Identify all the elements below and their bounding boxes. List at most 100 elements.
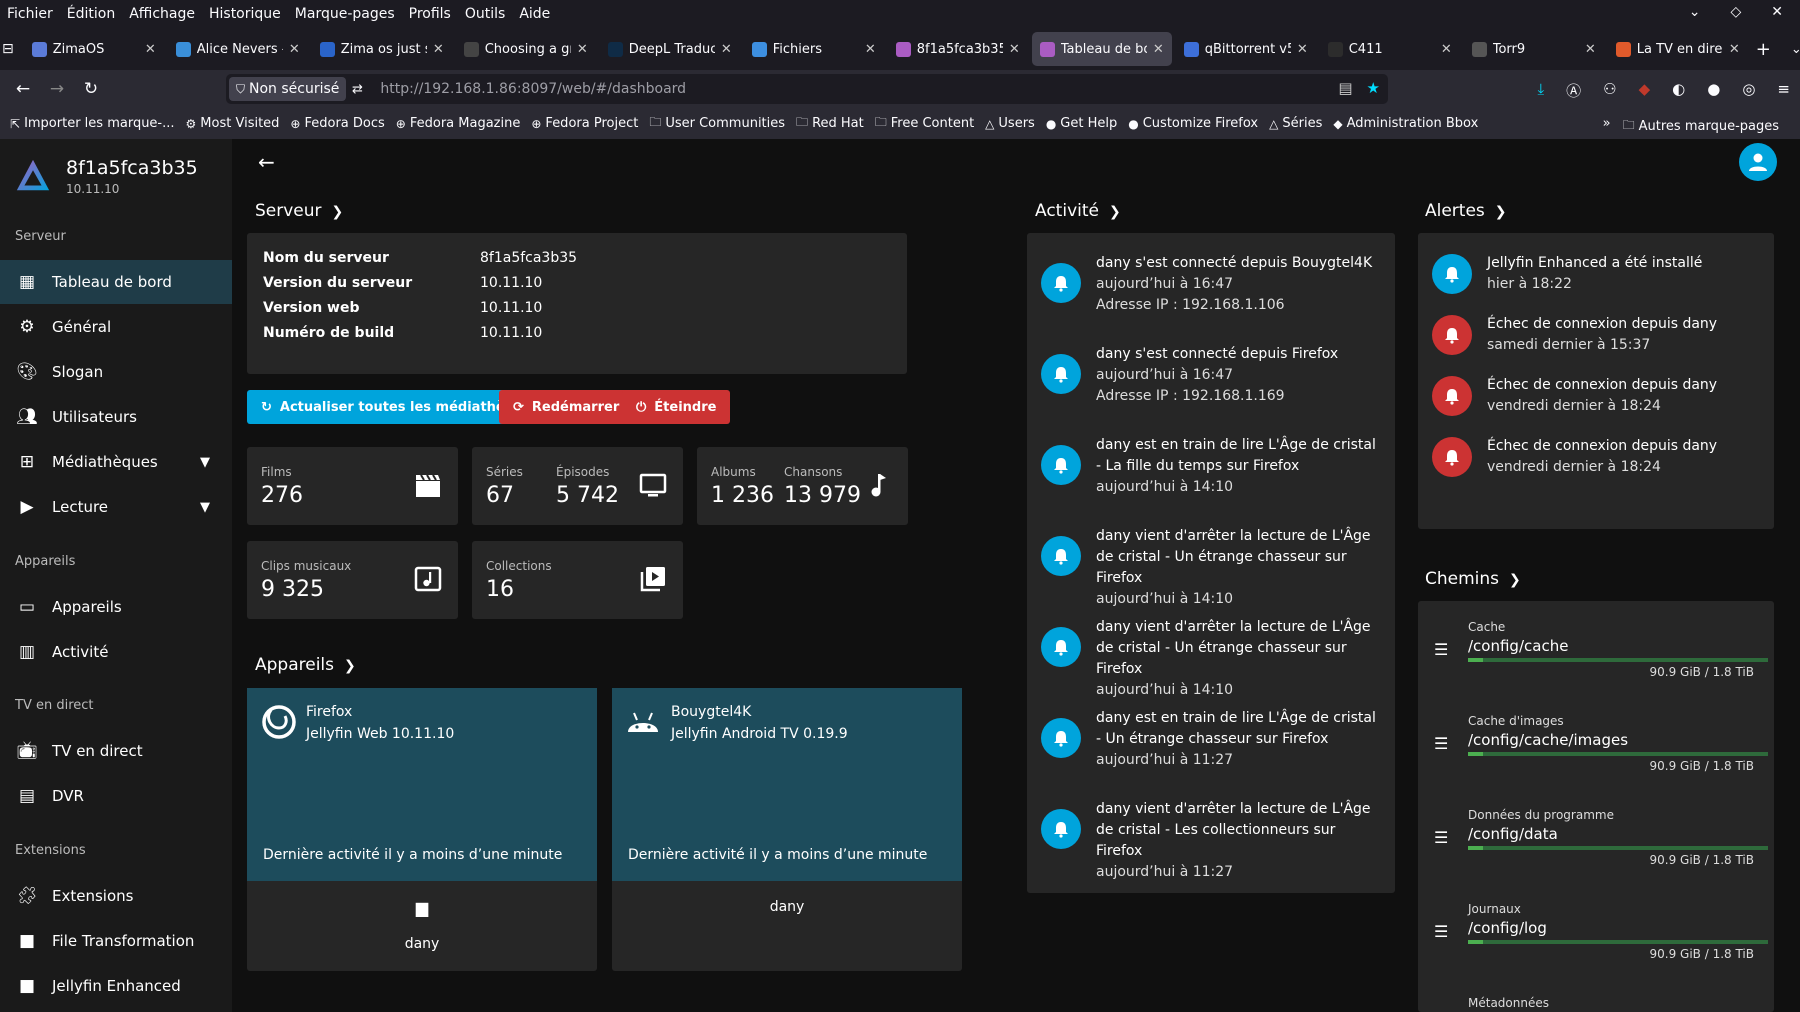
extensions-icon[interactable]: ⚇ xyxy=(1603,80,1616,101)
addon2-icon[interactable]: ● xyxy=(1707,80,1720,101)
device-card-firefox[interactable]: Firefox Jellyfin Web 10.11.10 Dernière a… xyxy=(247,688,597,971)
bookmark-item[interactable]: ⊕ Fedora Project xyxy=(531,113,638,134)
stat-collections-card[interactable]: Collections 16 xyxy=(472,541,683,619)
close-tab-icon[interactable]: ✕ xyxy=(1009,42,1020,57)
tab-list-icon[interactable]: ⌄ xyxy=(1791,42,1800,57)
browser-tab[interactable]: Alice Nevers - ✕ xyxy=(168,32,308,66)
paths-heading[interactable]: Chemins ❯ xyxy=(1425,569,1521,589)
menu-history[interactable]: Historique xyxy=(202,6,288,22)
bookmark-item[interactable]: 🗀 Red Hat xyxy=(796,113,864,134)
close-tab-icon[interactable]: ✕ xyxy=(577,42,588,57)
sidebar-item-jellyfin-enhanced[interactable]: ■ Jellyfin Enhanced xyxy=(0,964,232,1008)
sidebar-item-playback[interactable]: ▶ Lecture ▼ xyxy=(0,485,232,529)
url-text[interactable]: http://192.168.1.86:8097/web/#/dashboard xyxy=(380,81,686,97)
shutdown-button[interactable]: ⏻ Éteindre xyxy=(622,390,731,424)
browser-tab[interactable]: ZimaOS ✕ xyxy=(24,32,164,66)
addon3-icon[interactable]: ◎ xyxy=(1742,80,1755,101)
account-icon[interactable]: Ⓐ xyxy=(1566,80,1581,101)
bookmark-item[interactable]: ⊕ Fedora Magazine xyxy=(396,113,521,134)
menu-view[interactable]: Affichage xyxy=(122,6,202,22)
close-tab-icon[interactable]: ✕ xyxy=(1153,42,1164,57)
url-bar[interactable]: ⛉ Non sécurisé ⇄ http://192.168.1.86:809… xyxy=(226,74,1388,104)
close-tab-icon[interactable]: ✕ xyxy=(433,42,444,57)
browser-tab[interactable]: Choosing a gr ✕ xyxy=(456,32,596,66)
close-window-icon[interactable]: ✕ xyxy=(1764,4,1790,20)
sidebar-item-libraries[interactable]: ⊞ Médiathèques ▼ xyxy=(0,440,232,484)
bookmark-item[interactable]: ⚙ Most Visited xyxy=(186,113,280,134)
security-indicator[interactable]: ⛉ Non sécurisé xyxy=(229,77,347,101)
new-tab-icon[interactable]: + xyxy=(1756,39,1771,60)
server-heading[interactable]: Serveur ❯ xyxy=(255,201,343,221)
ublock-icon[interactable]: ◆ xyxy=(1639,80,1651,101)
menu-bookmarks[interactable]: Marque-pages xyxy=(288,6,402,22)
sidebar-item-file-transformation[interactable]: ■ File Transformation xyxy=(0,919,232,963)
bookmark-item[interactable]: 🗀 User Communities xyxy=(649,113,785,134)
stat-music-videos-card[interactable]: Clips musicaux 9 325 xyxy=(247,541,458,619)
bookmark-star-icon[interactable]: ★ xyxy=(1367,79,1380,97)
bookmark-item[interactable]: 🗀 Free Content xyxy=(875,113,974,134)
browser-tab[interactable]: C411 ✕ xyxy=(1320,32,1460,66)
reader-view-icon[interactable]: ▤ xyxy=(1338,79,1352,97)
forward-icon[interactable]: → xyxy=(40,79,74,99)
stat-music-card[interactable]: Albums 1 236 Chansons 13 979 xyxy=(697,447,908,525)
close-tab-icon[interactable]: ✕ xyxy=(1729,42,1740,57)
restore-icon[interactable]: ◇ xyxy=(1723,4,1748,20)
more-bookmarks-icon[interactable]: » xyxy=(1603,116,1611,137)
sidebar-item-livetv[interactable]: 📺︎ TV en direct xyxy=(0,729,232,773)
sidebar-item-devices[interactable]: ▭ Appareils xyxy=(0,585,232,629)
alerts-heading[interactable]: Alertes ❯ xyxy=(1425,201,1507,221)
menu-help[interactable]: Aide xyxy=(512,6,557,22)
sidebar-item-users[interactable]: 👥︎ Utilisateurs xyxy=(0,395,232,439)
browser-tab[interactable]: La TV en direc ✕ xyxy=(1608,32,1748,66)
browser-tab[interactable]: qBittorrent v5 ✕ xyxy=(1176,32,1316,66)
browser-tab[interactable]: 8f1a5fca3b35 ✕ xyxy=(888,32,1028,66)
browser-tab[interactable]: Torr9 ✕ xyxy=(1464,32,1604,66)
close-tab-icon[interactable]: ✕ xyxy=(865,42,876,57)
menu-profiles[interactable]: Profils xyxy=(402,6,458,22)
tab-overview-icon[interactable]: ⊟ xyxy=(2,41,14,57)
sidebar-item-activity[interactable]: ▥ Activité xyxy=(0,630,232,674)
stat-movies-card[interactable]: Films 276 xyxy=(247,447,458,525)
sidebar-item-plugins[interactable]: 🧩︎ Extensions xyxy=(0,874,232,918)
device-card-bouygtel4k[interactable]: Bouygtel4K Jellyfin Android TV 0.19.9 De… xyxy=(612,688,962,971)
bookmark-item[interactable]: △ Séries xyxy=(1269,113,1322,134)
addon-icon[interactable]: ◐ xyxy=(1672,80,1685,101)
bookmark-item[interactable]: △ Users xyxy=(985,113,1035,134)
devices-heading[interactable]: Appareils ❯ xyxy=(255,655,356,675)
sidebar-item-branding[interactable]: 🎨︎ Slogan xyxy=(0,350,232,394)
back-icon[interactable]: ← xyxy=(6,79,40,99)
stat-series-card[interactable]: Séries 67 Épisodes 5 742 xyxy=(472,447,683,525)
browser-tab[interactable]: Tableau de bo ✕ xyxy=(1031,32,1172,66)
bookmark-item[interactable]: ● Customize Firefox xyxy=(1128,113,1258,134)
sidebar-item-general[interactable]: ⚙ Général xyxy=(0,305,232,349)
bookmark-item[interactable]: ◆ Administration Bbox xyxy=(1333,113,1478,134)
close-tab-icon[interactable]: ✕ xyxy=(289,42,300,57)
menu-file[interactable]: Fichier xyxy=(0,6,60,22)
activity-heading[interactable]: Activité ❯ xyxy=(1035,201,1121,221)
sidebar-item-dvr[interactable]: ▤ DVR xyxy=(0,774,232,818)
restart-button[interactable]: ⟳ Redémarrer xyxy=(499,390,634,424)
message-icon[interactable]: ▆ xyxy=(247,898,597,917)
other-bookmarks[interactable]: 🗀 Autres marque-pages xyxy=(1623,116,1779,137)
bookmark-item[interactable]: ⊕ Fedora Docs xyxy=(290,113,384,134)
permissions-icon[interactable]: ⇄ xyxy=(352,82,363,97)
close-tab-icon[interactable]: ✕ xyxy=(721,42,732,57)
bookmark-item[interactable]: ● Get Help xyxy=(1046,113,1117,134)
close-tab-icon[interactable]: ✕ xyxy=(1441,42,1452,57)
close-tab-icon[interactable]: ✕ xyxy=(145,42,156,57)
sidebar-item-dashboard[interactable]: ▦ Tableau de bord xyxy=(0,260,232,304)
close-tab-icon[interactable]: ✕ xyxy=(1297,42,1308,57)
app-menu-icon[interactable]: ≡ xyxy=(1777,80,1790,101)
bookmark-item[interactable]: ⇱ Importer les marque-... xyxy=(10,113,175,134)
browser-tab[interactable]: DeepL Traduc ✕ xyxy=(600,32,740,66)
menu-tools[interactable]: Outils xyxy=(458,6,512,22)
user-avatar[interactable] xyxy=(1739,143,1777,181)
browser-tab[interactable]: Zima os just s ✕ xyxy=(312,32,452,66)
menu-edit[interactable]: Édition xyxy=(60,6,122,22)
minimize-icon[interactable]: ⌄ xyxy=(1682,4,1708,20)
downloads-icon[interactable]: ⤓ xyxy=(1537,80,1544,101)
browser-tab[interactable]: Fichiers ✕ xyxy=(744,32,884,66)
back-arrow-icon[interactable]: ← xyxy=(258,150,275,174)
reload-icon[interactable]: ↻ xyxy=(74,79,108,99)
close-tab-icon[interactable]: ✕ xyxy=(1585,42,1596,57)
